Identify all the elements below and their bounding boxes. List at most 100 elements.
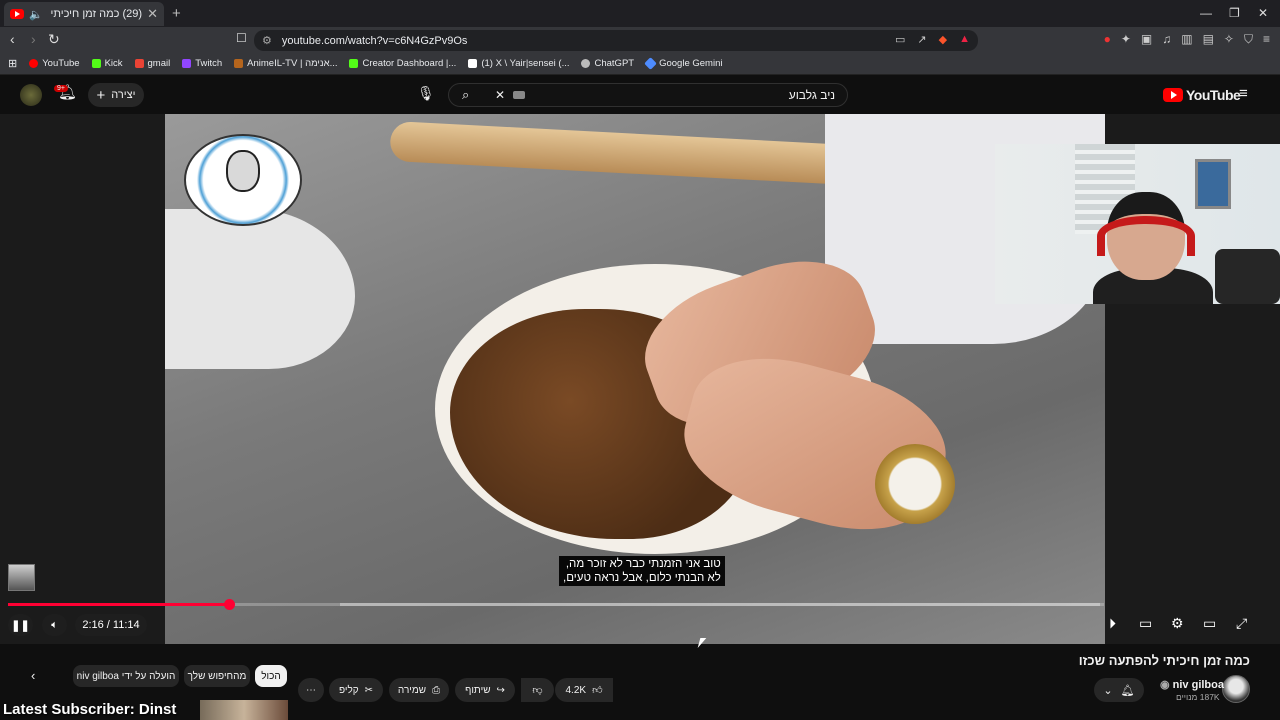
twitch-icon <box>182 59 192 68</box>
like-count: 4.2K <box>565 684 587 696</box>
bookmark-x[interactable]: (1) X \ Yair|sensei (... <box>468 58 569 69</box>
brave-rewards-icon[interactable]: ▲ <box>959 33 970 46</box>
notification-count-badge: 9+ <box>54 85 68 92</box>
gemini-icon <box>644 57 657 70</box>
ai-icon[interactable]: ✧ <box>1224 32 1234 47</box>
subscriber-avatar <box>8 564 35 591</box>
scissors-icon: ✂ <box>364 684 374 696</box>
create-button[interactable]: + יצירה <box>88 83 144 107</box>
youtube-icon <box>29 59 39 68</box>
youtube-logo[interactable]: YouTube <box>1163 87 1241 103</box>
gmail-icon <box>134 59 144 68</box>
screenshot-icon[interactable]: ▣ <box>1141 32 1152 47</box>
headphones <box>1097 216 1195 256</box>
share-label: שיתוף <box>465 684 491 696</box>
url-text: youtube.com/watch?v=c6N4GzPv9Os <box>281 34 468 47</box>
back-icon[interactable]: ‹ <box>10 31 15 47</box>
thumbs-up-icon: 👍︎ <box>592 685 603 696</box>
bookmark-twitch[interactable]: Twitch <box>182 58 222 69</box>
clear-search-icon[interactable]: ✕ <box>495 88 505 102</box>
dislike-button[interactable]: 👎︎ <box>521 678 554 702</box>
pause-button[interactable]: ❚❚ <box>8 614 33 636</box>
kick-icon <box>91 59 101 68</box>
account-avatar[interactable] <box>20 84 42 106</box>
bookmark-animeil[interactable]: AnimeIL-TV | אנימה... <box>234 58 337 69</box>
restore-icon[interactable]: ❐ <box>1229 6 1240 20</box>
more-icon: ⋯ <box>306 684 316 696</box>
address-bar[interactable]: ⚙ youtube.com/watch?v=c6N4GzPv9Os ▭ ↗ ◆ … <box>254 30 978 51</box>
webcam-overlay <box>995 144 1280 304</box>
reload-icon[interactable]: ↻ <box>48 31 60 48</box>
tab-title: (29) כמה זמן חיכיתי להפתעה שכזו <box>48 8 143 20</box>
cast-icon[interactable]: ▭ <box>895 33 905 46</box>
vpn-icon[interactable]: ⛉ <box>1244 32 1253 47</box>
caption-text: טוב אני הזמנתי כבר לא זוכר מה, לא הבנתי … <box>559 556 725 586</box>
channel-avatar[interactable] <box>1222 675 1250 703</box>
extension-record-icon[interactable]: ● <box>1104 32 1111 47</box>
bookmark-youtube[interactable]: YouTube <box>29 58 80 69</box>
bookmark-kick[interactable]: Kick <box>91 58 123 69</box>
search-query: ניב גלבוע <box>788 88 835 102</box>
close-window-icon[interactable]: ✕ <box>1258 6 1268 20</box>
sidebar-icon[interactable]: ▥ <box>1181 32 1192 47</box>
bell-icon: 🔔︎ <box>1120 684 1135 697</box>
subscription-bell-button[interactable]: ⌄ 🔔︎ <box>1094 678 1144 702</box>
close-tab-icon[interactable]: ✕ <box>147 6 158 22</box>
like-button[interactable]: 👍︎ 4.2K <box>555 678 613 702</box>
chip-uploaded-by[interactable]: הועלה על ידי niv gilboa <box>73 665 179 687</box>
more-actions-button[interactable]: ⋯ <box>298 678 324 702</box>
progress-scrubber[interactable] <box>224 599 235 610</box>
apps-icon[interactable]: ⊞ <box>8 57 17 70</box>
media-icon[interactable]: ♫ <box>1162 32 1171 47</box>
brave-shield-icon[interactable]: ◆ <box>939 33 947 46</box>
share-button[interactable]: ↪ שיתוף <box>455 678 515 702</box>
wrist-watch <box>875 444 955 524</box>
search-icon[interactable]: ⌕ <box>462 87 469 103</box>
autoplay-toggle-icon[interactable]: ⏵ <box>1109 615 1116 632</box>
extensions-icon[interactable]: ✦ <box>1121 32 1131 47</box>
chip-all[interactable]: הכול <box>255 665 287 687</box>
theater-mode-icon[interactable]: ▭ <box>1203 615 1216 632</box>
keyboard-icon[interactable] <box>513 91 525 99</box>
bookmark-gemini[interactable]: Google Gemini <box>644 57 722 70</box>
settings-icon[interactable]: ⚙ <box>1171 615 1184 632</box>
wallet-icon[interactable]: ▤ <box>1203 32 1214 47</box>
clip-button[interactable]: ✂ קליפ <box>329 678 383 702</box>
share-icon[interactable]: ↗ <box>917 33 926 46</box>
volume-icon: 🔈︎ <box>51 618 58 631</box>
bookmark-gmail[interactable]: gmail <box>134 58 170 69</box>
browser-tab[interactable]: 🔈 (29) כמה זמן חיכיתי להפתעה שכזו ✕ <box>4 2 164 26</box>
time-display: 2:16 / 11:14 <box>75 614 147 636</box>
minimize-icon[interactable]: — <box>1200 6 1212 20</box>
create-label: יצירה <box>111 89 136 101</box>
share-arrow-icon: ↪ <box>496 684 505 696</box>
subtitles-icon[interactable]: ▭ <box>1139 615 1152 632</box>
new-tab-icon[interactable]: + <box>172 5 181 22</box>
channel-name[interactable]: ◉ niv gilboa <box>1160 678 1224 691</box>
animeil-icon <box>234 59 244 68</box>
webcam-poster <box>1195 159 1231 209</box>
save-icon: ⎙ <box>432 684 441 696</box>
browser-tabbar: 🔈 (29) כמה זמן חיכיתי להפתעה שכזו ✕ + — … <box>0 0 1280 27</box>
audio-icon[interactable]: 🔈 <box>29 8 43 21</box>
save-button[interactable]: ⎙ שמירה <box>389 678 449 702</box>
fullscreen-icon[interactable]: ⤢ <box>1236 615 1247 632</box>
volume-button[interactable]: 🔈︎ <box>42 614 67 636</box>
bookmark-icon[interactable]: ☐ <box>236 31 247 45</box>
verified-icon: ◉ <box>1160 679 1173 691</box>
recommended-thumbnail[interactable] <box>200 700 288 720</box>
guide-menu-icon[interactable]: ≡ <box>1239 85 1248 102</box>
logo-face <box>226 150 260 192</box>
chip-related[interactable]: מהחיפוש שלך <box>184 665 250 687</box>
video-player[interactable]: טוב אני הזמנתי כבר לא זוכר מה, לא הבנתי … <box>0 114 1280 644</box>
menu-icon[interactable]: ≡ <box>1263 32 1270 47</box>
voice-search-icon[interactable]: 🎙︎ <box>417 85 435 102</box>
bookmark-creator-dashboard[interactable]: Creator Dashboard |... <box>349 58 456 69</box>
chips-scroll-left-icon[interactable]: ‹ <box>31 668 35 683</box>
youtube-play-icon <box>1163 88 1183 102</box>
search-input[interactable]: ⌕ ✕ ניב גלבוע <box>448 83 848 107</box>
site-info-icon[interactable]: ⚙ <box>262 34 272 47</box>
forward-icon[interactable]: › <box>31 31 36 47</box>
bookmark-chatgpt[interactable]: ChatGPT <box>581 58 634 69</box>
clip-label: קליפ <box>338 684 359 696</box>
